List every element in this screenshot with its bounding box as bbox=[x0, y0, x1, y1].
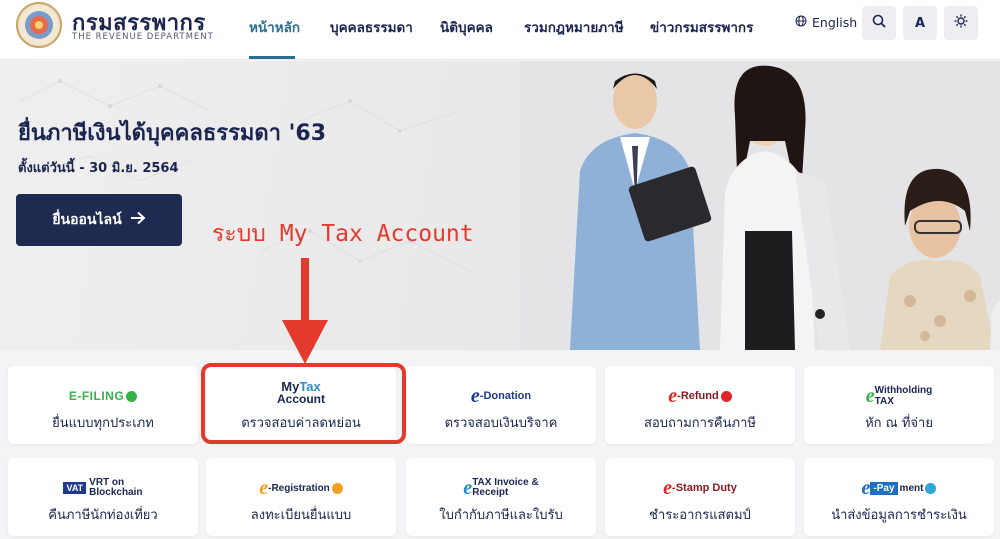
hero-banner: ยื่นภาษีเงินได้บุคคลธรรมดา '63 ตั้งแต่วั… bbox=[0, 61, 1000, 350]
refund-badge-icon bbox=[720, 390, 732, 402]
my-tax-account-logo: MyTax Account bbox=[277, 378, 325, 406]
payment-badge-icon bbox=[925, 482, 937, 494]
service-card-e-tax-invoice[interactable]: e TAX Invoice & Receipt ใบกำกับภาษีและใบ… bbox=[406, 458, 596, 536]
nav-corporate[interactable]: นิติบุคคล bbox=[440, 16, 493, 38]
nav-tax-laws[interactable]: รวมกฎหมายภาษี bbox=[524, 16, 624, 38]
service-card-e-donation[interactable]: e -Donation ตรวจสอบเงินบริจาค bbox=[406, 366, 596, 444]
e-payment-logo: e -Pay ment bbox=[804, 476, 994, 500]
nav-home[interactable]: หน้าหลัก bbox=[249, 16, 300, 38]
service-card-efiling[interactable]: E-FILING ยื่นแบบทุกประเภท bbox=[8, 366, 198, 444]
hero-title: ยื่นภาษีเงินได้บุคคลธรรมดา '63 bbox=[18, 121, 327, 146]
service-card-e-payment[interactable]: e -Pay ment นำส่งข้อมูลการชำระเงิน bbox=[804, 458, 994, 536]
my-tax-account-annotation: ระบบ My Tax Account bbox=[212, 221, 474, 247]
service-card-e-registration[interactable]: e -Registration ลงทะเบียนยื่นแบบ bbox=[206, 458, 396, 536]
e-tax-invoice-logo: e TAX Invoice & Receipt bbox=[463, 477, 539, 499]
hero-subtitle: ตั้งแต่วันนี้ - 30 มิ.ย. 2564 bbox=[18, 161, 179, 176]
e-donation-logo: e -Donation bbox=[470, 385, 532, 407]
search-icon bbox=[872, 14, 886, 32]
service-label: ตรวจสอบค่าลดหย่อน bbox=[241, 416, 361, 431]
search-button[interactable] bbox=[862, 6, 896, 40]
e-stamp-duty-logo: e -Stamp Duty bbox=[663, 477, 737, 499]
service-label: นำส่งข้อมูลการชำระเงิน bbox=[831, 508, 967, 523]
language-switch[interactable]: English bbox=[795, 15, 857, 30]
efiling-logo: E-FILING bbox=[8, 384, 198, 408]
file-online-button[interactable]: ยื่นออนไลน์ bbox=[16, 194, 182, 246]
logo-subtitle: THE REVENUE DEPARTMENT bbox=[72, 32, 214, 42]
font-size-button[interactable]: A bbox=[903, 6, 937, 40]
revenue-department-seal-logo[interactable] bbox=[16, 2, 62, 48]
e-refund-logo: e -Refund bbox=[605, 384, 795, 408]
hero-people-photo bbox=[520, 61, 1000, 350]
brightness-icon bbox=[954, 14, 968, 32]
service-label: คืนภาษีนักท่องเที่ยว bbox=[48, 508, 158, 523]
e-registration-logo: e -Registration bbox=[206, 476, 396, 500]
service-card-e-refund[interactable]: e -Refund สอบถามการคืนภาษี bbox=[605, 366, 795, 444]
contrast-button[interactable] bbox=[944, 6, 978, 40]
service-label: ยื่นแบบทุกประเภท bbox=[52, 416, 154, 431]
service-label: ตรวจสอบเงินบริจาค bbox=[444, 416, 558, 431]
service-label: ใบกำกับภาษีและใบรับ bbox=[439, 508, 563, 523]
arrow-right-icon bbox=[130, 211, 146, 229]
annotation-arrow-down-icon bbox=[282, 258, 328, 364]
service-card-vrt-blockchain[interactable]: VAT VRT on Blockchain คืนภาษีนักท่องเที่… bbox=[8, 458, 198, 536]
service-card-e-stamp-duty[interactable]: e -Stamp Duty ชำระอากรแสตมป์ bbox=[605, 458, 795, 536]
language-label: English bbox=[812, 15, 858, 30]
vrt-blockchain-logo: VAT VRT on Blockchain bbox=[8, 476, 198, 500]
withholding-tax-logo: e Withholding TAX bbox=[865, 385, 933, 407]
service-label: สอบถามการคืนภาษี bbox=[644, 416, 756, 431]
site-header: กรมสรรพากร THE REVENUE DEPARTMENT หน้าหล… bbox=[0, 0, 1000, 60]
service-card-withholding-tax[interactable]: e Withholding TAX หัก ณ ที่จ่าย bbox=[804, 366, 994, 444]
service-label: หัก ณ ที่จ่าย bbox=[865, 416, 933, 431]
file-online-label: ยื่นออนไลน์ bbox=[52, 212, 122, 228]
nav-active-indicator bbox=[249, 56, 295, 59]
service-label: ชำระอากรแสตมป์ bbox=[649, 508, 751, 523]
service-label: ลงทะเบียนยื่นแบบ bbox=[250, 508, 352, 523]
registration-badge-icon bbox=[331, 482, 343, 494]
service-card-my-tax-account[interactable]: MyTax Account ตรวจสอบค่าลดหย่อน bbox=[206, 366, 396, 444]
globe-icon bbox=[795, 15, 807, 30]
nav-individual[interactable]: บุคคลธรรมดา bbox=[330, 16, 413, 38]
efiling-badge-icon bbox=[126, 390, 138, 402]
nav-news[interactable]: ข่าวกรมสรรพากร bbox=[650, 16, 753, 38]
